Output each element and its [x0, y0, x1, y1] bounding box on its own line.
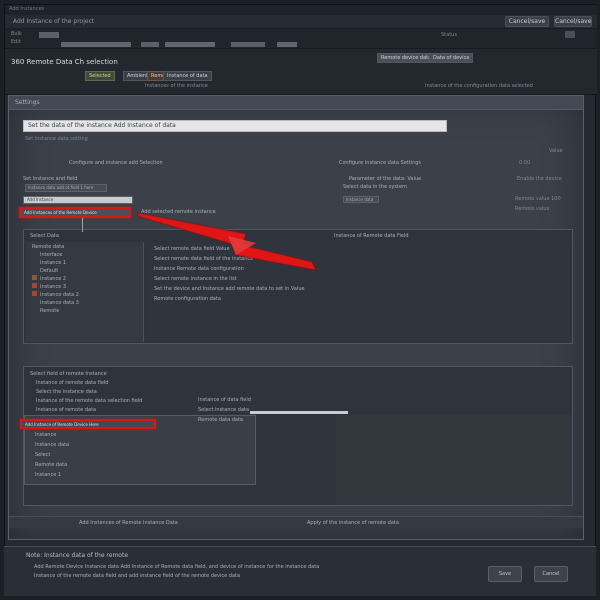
footer-line-1: Add Remote Device Instance data Add Inst… [34, 564, 320, 570]
save-button[interactable]: Save [488, 566, 522, 582]
footer-panel: Note: Instance data of the remote Add Re… [4, 546, 596, 596]
annotation-overlay [137, 212, 317, 271]
cancel-button[interactable]: Cancel [534, 566, 568, 582]
footer-line-2: Instance of the remote data field and ad… [34, 573, 241, 579]
footer-title: Note: Instance data of the remote [26, 552, 129, 559]
annotation-arrow-icon [137, 212, 317, 271]
